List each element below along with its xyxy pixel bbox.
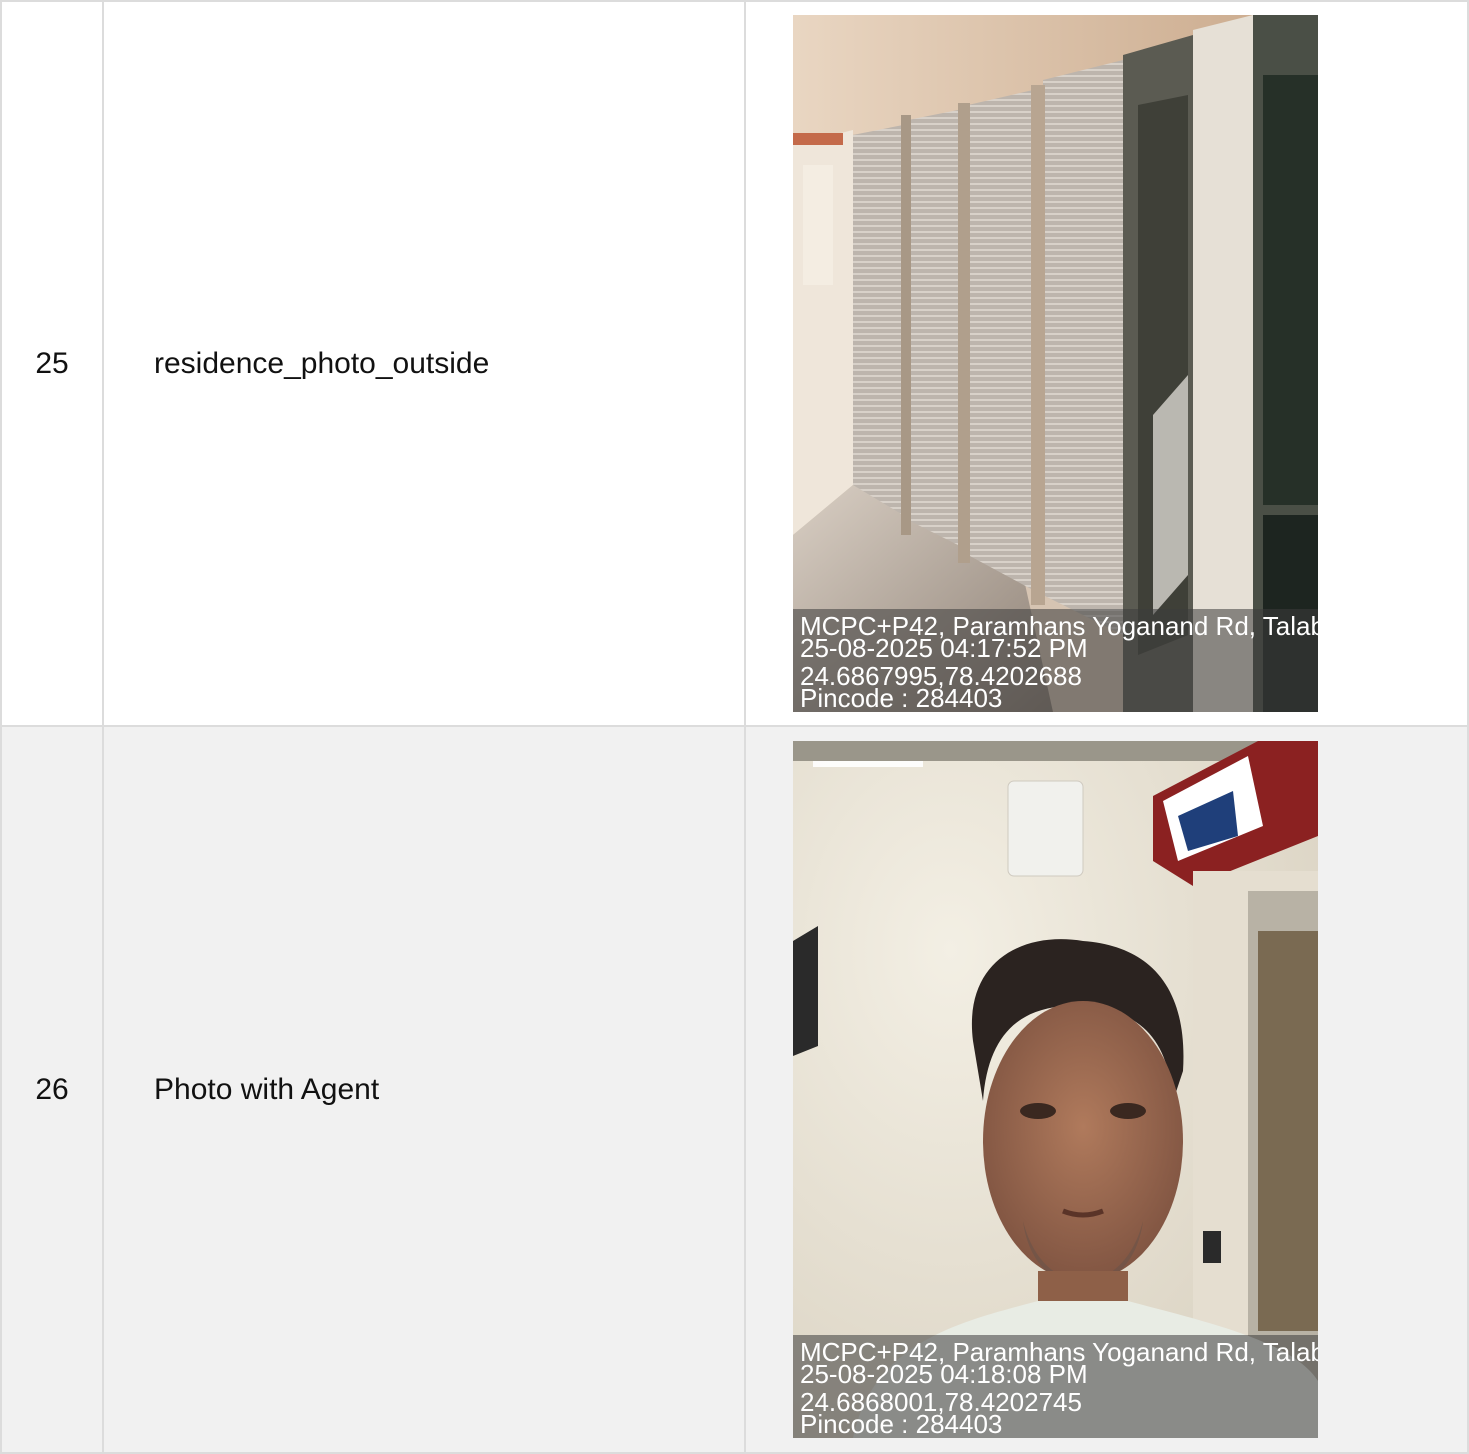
photo-cell: MCPC+P42, Paramhans Yoganand Rd, Talab 2… xyxy=(744,725,1469,1454)
row-label: Photo with Agent xyxy=(102,725,746,1454)
photo-geotag-stamp: MCPC+P42, Paramhans Yoganand Rd, Talab 2… xyxy=(793,1335,1318,1438)
row-number: 26 xyxy=(0,725,104,1454)
photo-geotag-stamp: MCPC+P42, Paramhans Yoganand Rd, Talab 2… xyxy=(793,609,1318,712)
row-label: residence_photo_outside xyxy=(102,0,746,727)
agent-photo-image xyxy=(793,741,1318,1438)
agent-photo: MCPC+P42, Paramhans Yoganand Rd, Talab 2… xyxy=(793,741,1318,1438)
table-row: 26 Photo with Agent MCPC+P42, Paramhans … xyxy=(0,725,1469,1454)
photo-cell: MCPC+P42, Paramhans Yoganand Rd, Talab 2… xyxy=(744,0,1469,727)
residence-photo: MCPC+P42, Paramhans Yoganand Rd, Talab 2… xyxy=(793,15,1318,712)
residence-photo-image xyxy=(793,15,1318,712)
row-number: 25 xyxy=(0,0,104,727)
photo-report-table: 25 residence_photo_outside MCPC+P42, Par… xyxy=(0,0,1469,1454)
table-row: 25 residence_photo_outside MCPC+P42, Par… xyxy=(0,0,1469,727)
